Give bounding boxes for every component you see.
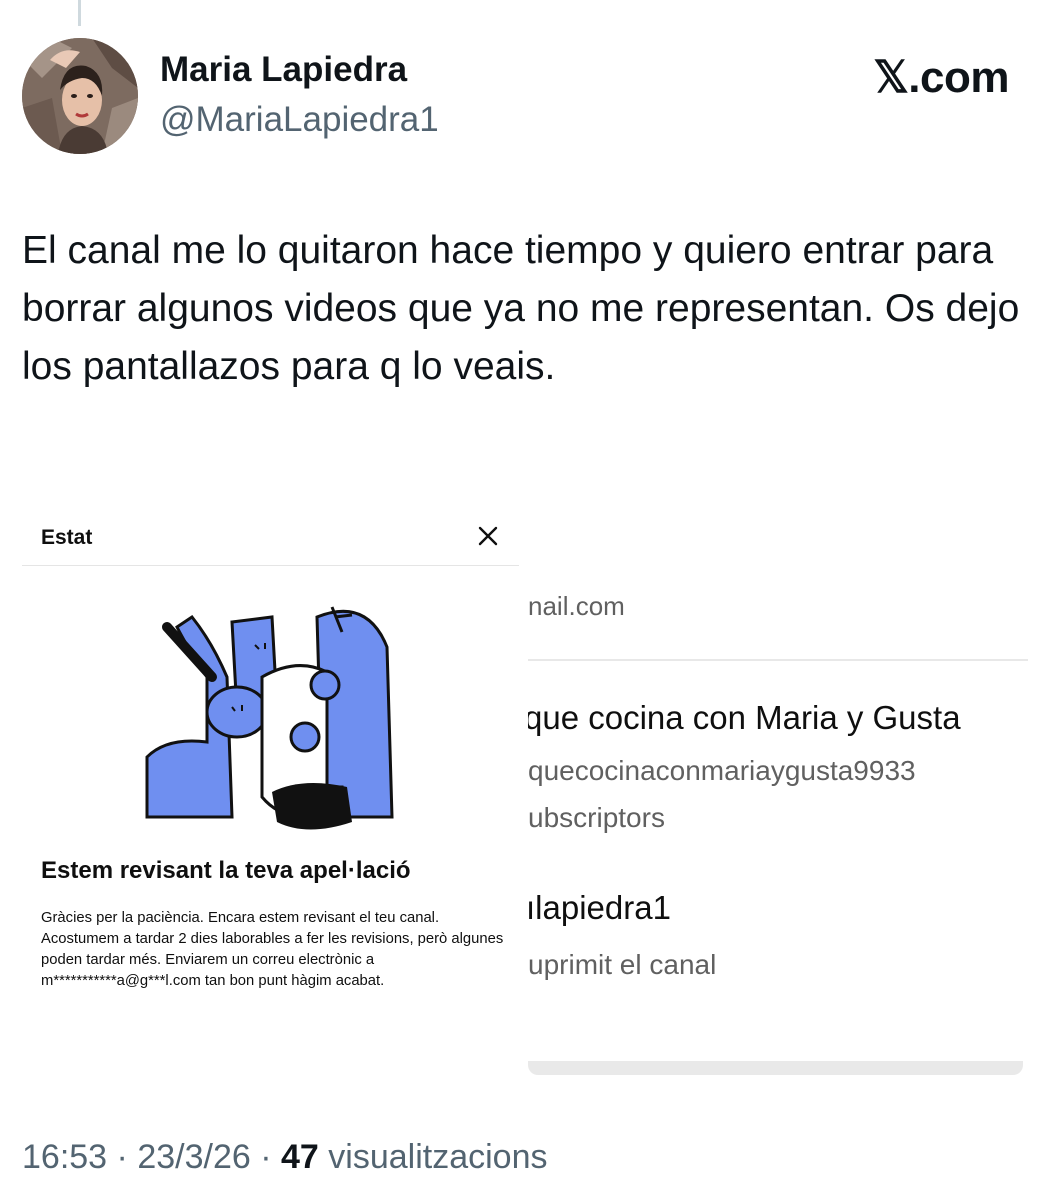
author-handle[interactable]: @MariaLapiedra1 bbox=[160, 100, 439, 140]
account-channels-screenshot[interactable]: nail.com que cocina con Maria y Gusta qu… bbox=[528, 575, 1028, 1075]
x-logo: 𝕏.com bbox=[873, 53, 1009, 102]
username[interactable]: ılapiedra1 bbox=[528, 889, 671, 927]
tweet-meta: 16:53 · 23/3/26 · 47 visualitzacions bbox=[22, 1138, 548, 1177]
appeal-status-screenshot[interactable]: Estat Estem revisant la teva apel·lació … bbox=[22, 512, 519, 1032]
status-title: Estat bbox=[41, 526, 93, 549]
avatar[interactable] bbox=[22, 38, 138, 154]
avatar-image bbox=[22, 38, 138, 154]
views-count: 47 bbox=[281, 1138, 319, 1176]
review-body: Gràcies per la paciència. Encara estem r… bbox=[41, 910, 504, 989]
meta-separator: · bbox=[116, 1138, 128, 1176]
meta-separator: · bbox=[260, 1138, 272, 1176]
tweet-text: El canal me lo quitaron hace tiempo y qu… bbox=[22, 229, 1020, 388]
channel-name[interactable]: que cocina con Maria y Gusta bbox=[528, 699, 961, 737]
channel-status: uprimit el canal bbox=[528, 949, 717, 980]
divider bbox=[528, 659, 1028, 661]
close-icon bbox=[478, 526, 498, 546]
review-heading: Estem revisant la teva apel·lació bbox=[41, 857, 411, 884]
thread-line bbox=[78, 0, 81, 26]
subscribers-label: ubscriptors bbox=[528, 802, 665, 833]
email-fragment: nail.com bbox=[528, 591, 625, 621]
tweet-date[interactable]: 23/3/26 bbox=[137, 1138, 250, 1176]
channel-handle: quecocinaconmariaygusta9933 bbox=[528, 755, 916, 786]
author-display-name[interactable]: Maria Lapiedra bbox=[160, 50, 407, 90]
review-illustration bbox=[145, 606, 394, 830]
card-bottom-edge bbox=[528, 1061, 1023, 1075]
views-label: visualitzacions bbox=[328, 1138, 548, 1176]
tweet-time[interactable]: 16:53 bbox=[22, 1138, 107, 1176]
divider bbox=[22, 565, 519, 566]
